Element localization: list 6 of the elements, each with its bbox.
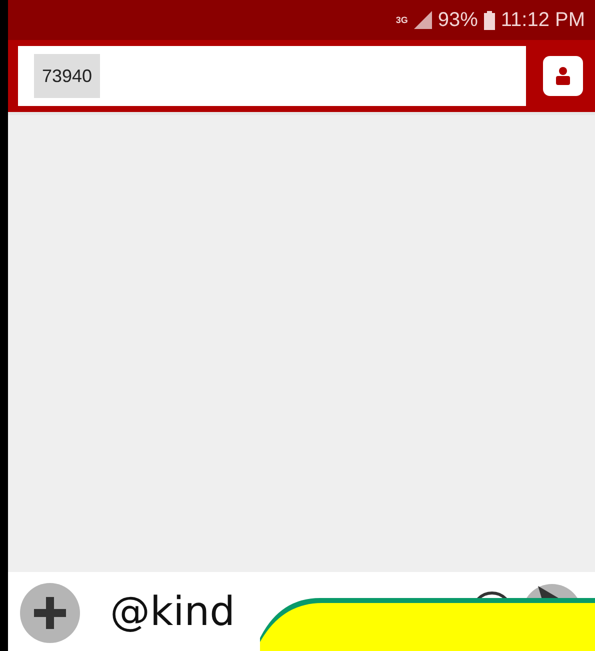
network-label: 3G	[396, 16, 408, 24]
clock-time: 11:12 PM	[500, 8, 585, 32]
search-field[interactable]: 73940	[18, 46, 526, 106]
message-input[interactable]: @kind	[110, 588, 236, 634]
battery-percent: 93%	[438, 8, 478, 32]
tag-chip[interactable]: 73940	[34, 54, 100, 98]
